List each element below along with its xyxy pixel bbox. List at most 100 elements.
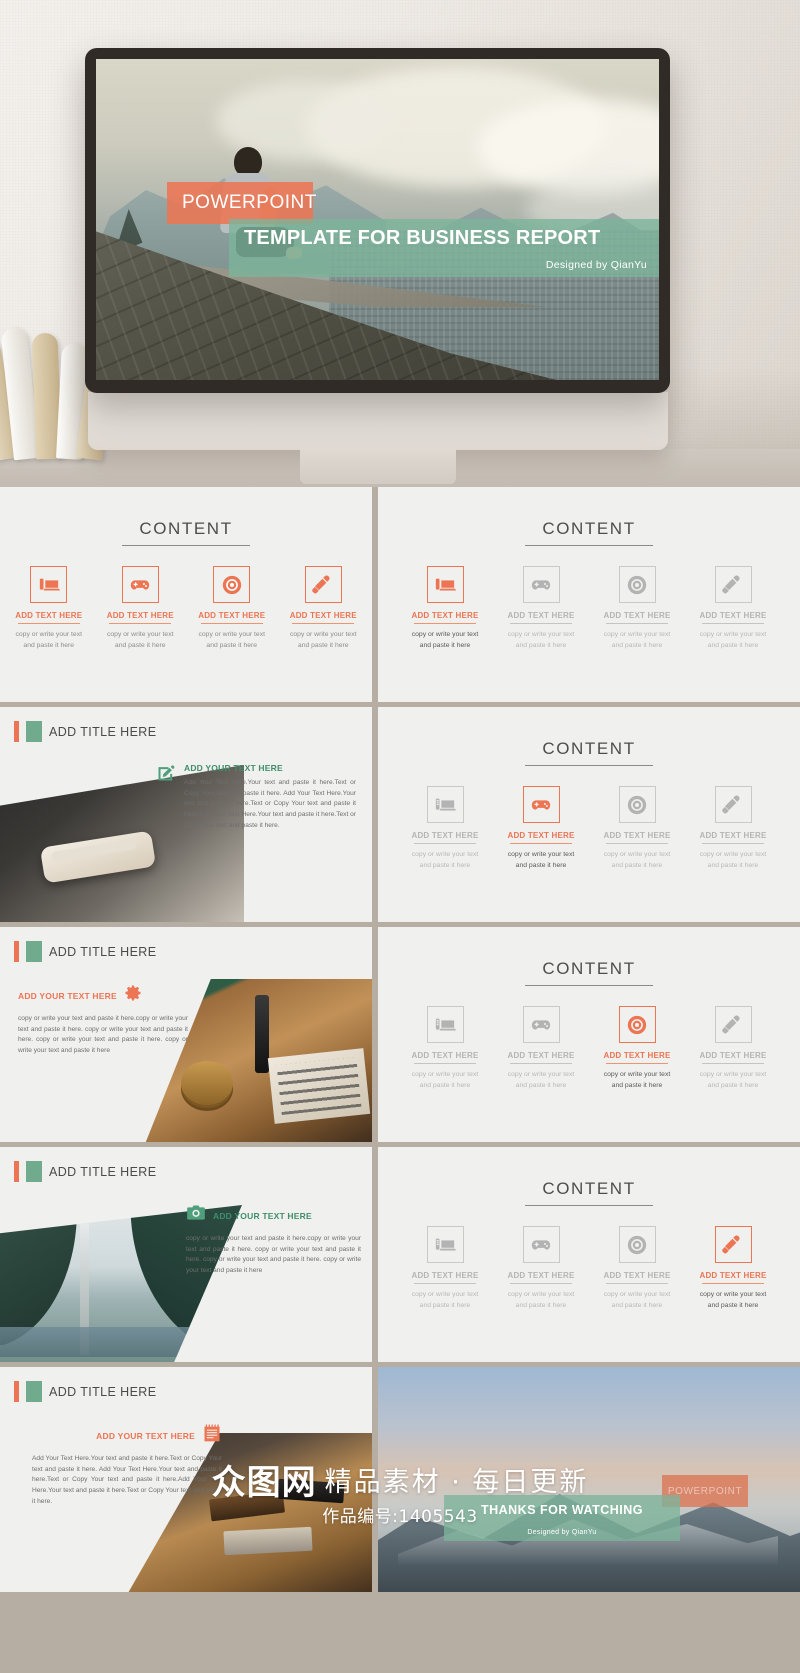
- slide-title-3[interactable]: ADD TITLE HERE ADD YOUR TEXT HERE copy o…: [0, 1147, 372, 1362]
- section-heading: ADD YOUR TEXT HERE: [213, 1210, 312, 1221]
- section-body: copy or write your text and paste it her…: [186, 1235, 361, 1275]
- desktop-computer-icon[interactable]: [426, 566, 464, 603]
- compact-disc-icon[interactable]: [618, 786, 656, 823]
- content-item[interactable]: ADD TEXT HERE copy or write your text an…: [195, 566, 269, 651]
- content-item[interactable]: ADD TEXT HERE copy or write your text an…: [598, 1006, 676, 1091]
- content-item[interactable]: ADD TEXT HERE copy or write your text an…: [12, 566, 86, 651]
- content-item-heading: ADD TEXT HERE: [699, 831, 767, 840]
- slide-title-text: ADD TITLE HERE: [49, 724, 157, 739]
- eyedropper-icon[interactable]: [714, 786, 752, 823]
- notepad-icon: [202, 1423, 222, 1448]
- slide-content-active-2[interactable]: CONTENT ADD TEXT HERE copy or write your…: [378, 927, 800, 1142]
- slide-title-bar: ADD TITLE HERE: [0, 1367, 372, 1402]
- slide-title-4[interactable]: ADD TITLE HERE ADD YOUR TEXT HERE Add Yo…: [0, 1367, 372, 1592]
- content-item-body: copy or write your text and paste it her…: [603, 851, 671, 869]
- content-item[interactable]: ADD TEXT HERE copy or write your text an…: [598, 786, 676, 871]
- content-item-rule: [292, 623, 355, 625]
- section-body: Add Your Text Here.Your text and paste i…: [32, 1455, 222, 1505]
- content-item[interactable]: ADD TEXT HERE copy or write your text an…: [694, 786, 772, 871]
- content-item-heading: ADD TEXT HERE: [699, 611, 767, 620]
- compact-disc-icon[interactable]: [618, 566, 656, 603]
- content-item-rule: [606, 623, 668, 625]
- title-accent-orange: [14, 941, 19, 962]
- content-heading: CONTENT: [542, 1179, 636, 1198]
- gamepad-icon[interactable]: [522, 1006, 560, 1043]
- content-item-body: copy or write your text and paste it her…: [411, 851, 479, 869]
- pencil-edit-icon: [156, 763, 176, 788]
- content-item[interactable]: ADD TEXT HERE copy or write your text an…: [598, 1226, 676, 1311]
- gamepad-icon[interactable]: [522, 1226, 560, 1263]
- gamepad-icon[interactable]: [522, 786, 560, 823]
- desktop-computer-icon[interactable]: [30, 566, 68, 603]
- content-item[interactable]: ADD TEXT HERE copy or write your text an…: [406, 1006, 484, 1091]
- content-item-rule: [702, 843, 764, 845]
- content-item[interactable]: ADD TEXT HERE copy or write your text an…: [598, 566, 676, 651]
- slide-content-active-0[interactable]: CONTENT ADD TEXT HERE copy or write your…: [378, 487, 800, 702]
- compact-disc-icon[interactable]: [213, 566, 251, 603]
- content-item-body: copy or write your text and paste it her…: [603, 631, 671, 649]
- gamepad-icon[interactable]: [522, 566, 560, 603]
- gamepad-icon[interactable]: [121, 566, 159, 603]
- slide-content-active-1[interactable]: CONTENT ADD TEXT HERE copy or write your…: [378, 707, 800, 922]
- content-item-heading: ADD TEXT HERE: [411, 611, 479, 620]
- eyedropper-icon[interactable]: [304, 566, 342, 603]
- monitor-screen: POWERPOINT TEMPLATE FOR BUSINESS REPORT …: [96, 59, 659, 380]
- desktop-computer-icon[interactable]: [426, 786, 464, 823]
- content-item[interactable]: ADD TEXT HERE copy or write your text an…: [502, 566, 580, 651]
- content-item-rule: [510, 623, 572, 625]
- title-accent-orange: [14, 1161, 19, 1182]
- content-item[interactable]: ADD TEXT HERE copy or write your text an…: [694, 1226, 772, 1311]
- compact-disc-icon[interactable]: [618, 1006, 656, 1043]
- slide-content-active-3[interactable]: CONTENT ADD TEXT HERE copy or write your…: [378, 1147, 800, 1362]
- thanks-title-band: THANKS FOR WATCHING Designed by QianYu: [444, 1495, 680, 1541]
- content-item-body: copy or write your text and paste it her…: [699, 851, 767, 869]
- slide-title-text: ADD TITLE HERE: [49, 1384, 157, 1399]
- content-item[interactable]: ADD TEXT HERE copy or write your text an…: [694, 1006, 772, 1091]
- content-columns: ADD TEXT HERE copy or write your text an…: [378, 566, 800, 651]
- slide-title-2[interactable]: ADD TITLE HERE ADD YOUR TEXT HERE copy o…: [0, 927, 372, 1142]
- content-item[interactable]: ADD TEXT HERE copy or write your text an…: [502, 1006, 580, 1091]
- slide-title-bar: ADD TITLE HERE: [0, 707, 372, 742]
- slide-title-1[interactable]: ADD TITLE HERE ADD YOUR TEXT HERE Add Yo…: [0, 707, 372, 922]
- content-item-rule: [702, 623, 764, 625]
- content-item[interactable]: ADD TEXT HERE copy or write your text an…: [502, 786, 580, 871]
- eyedropper-icon[interactable]: [714, 1006, 752, 1043]
- content-item-heading: ADD TEXT HERE: [699, 1051, 767, 1060]
- content-item-body: copy or write your text and paste it her…: [699, 1291, 767, 1309]
- desktop-computer-icon[interactable]: [426, 1226, 464, 1263]
- content-item-body: copy or write your text and paste it her…: [290, 631, 357, 649]
- thanks-subtitle: Designed by QianYu: [527, 1529, 597, 1536]
- content-item[interactable]: ADD TEXT HERE copy or write your text an…: [502, 1226, 580, 1311]
- content-item-body: copy or write your text and paste it her…: [507, 851, 575, 869]
- content-columns: ADD TEXT HERE copy or write your text an…: [378, 1226, 800, 1311]
- eyedropper-icon[interactable]: [714, 566, 752, 603]
- slide-grid: CONTENT ADD TEXT HERE copy or write your…: [0, 487, 800, 1673]
- slide-thanks[interactable]: POWERPOINT THANKS FOR WATCHING Designed …: [378, 1367, 800, 1592]
- content-item-heading: ADD TEXT HERE: [411, 831, 479, 840]
- content-item[interactable]: ADD TEXT HERE copy or write your text an…: [406, 1226, 484, 1311]
- content-item[interactable]: ADD TEXT HERE copy or write your text an…: [406, 786, 484, 871]
- compact-disc-icon[interactable]: [618, 1226, 656, 1263]
- content-item[interactable]: ADD TEXT HERE copy or write your text an…: [104, 566, 178, 651]
- desktop-computer-icon[interactable]: [426, 1006, 464, 1043]
- content-item-heading: ADD TEXT HERE: [603, 831, 671, 840]
- slide-content-all-active[interactable]: CONTENT ADD TEXT HERE copy or write your…: [0, 487, 372, 702]
- content-item-heading: ADD TEXT HERE: [289, 611, 357, 620]
- content-item[interactable]: ADD TEXT HERE copy or write your text an…: [287, 566, 361, 651]
- section-heading: ADD YOUR TEXT HERE: [18, 990, 117, 1001]
- content-item-rule: [606, 1283, 668, 1285]
- content-item-rule: [17, 623, 80, 625]
- hero-title-band: TEMPLATE FOR BUSINESS REPORT Designed by…: [229, 219, 659, 277]
- content-item-body: copy or write your text and paste it her…: [507, 1291, 575, 1309]
- content-item[interactable]: ADD TEXT HERE copy or write your text an…: [406, 566, 484, 651]
- content-item-body: copy or write your text and paste it her…: [603, 1071, 671, 1089]
- content-item[interactable]: ADD TEXT HERE copy or write your text an…: [694, 566, 772, 651]
- content-item-rule: [414, 623, 476, 625]
- content-columns: ADD TEXT HERE copy or write your text an…: [378, 1006, 800, 1091]
- content-item-heading: ADD TEXT HERE: [603, 611, 671, 620]
- eyedropper-icon[interactable]: [714, 1226, 752, 1263]
- content-item-heading: ADD TEXT HERE: [603, 1271, 671, 1280]
- content-heading: CONTENT: [139, 519, 233, 538]
- content-item-rule: [414, 843, 476, 845]
- title-accent-green: [26, 721, 42, 742]
